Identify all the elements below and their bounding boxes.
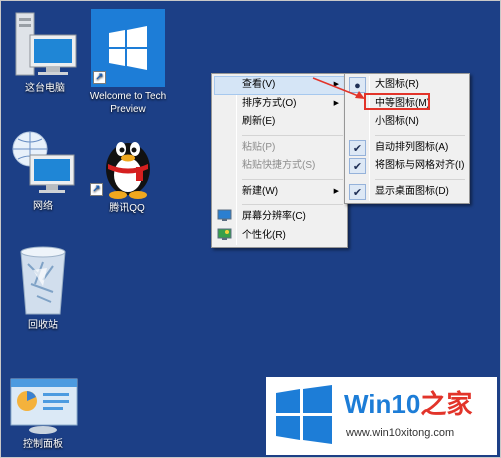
menu-item-label: 查看(V): [242, 79, 276, 90]
menu-item-label: 刷新(E): [242, 116, 276, 127]
menu-item-auto-arrange[interactable]: ✔ 自动排列图标(A): [347, 139, 467, 158]
menu-separator: [375, 178, 465, 180]
menu-separator: [242, 134, 343, 136]
control-panel-icon: [7, 375, 79, 435]
menu-separator: [375, 134, 465, 136]
qq-icon-item[interactable]: ↗ 腾讯QQ: [81, 129, 173, 215]
menu-item-small-icons[interactable]: 小图标(N): [347, 113, 467, 132]
watermark-brand-name: Win10: [344, 389, 421, 419]
control-panel-icon-item[interactable]: 控制面板: [3, 375, 83, 451]
menu-item-paste: 粘贴(P): [214, 139, 345, 158]
menu-item-label: 小图标(N): [375, 116, 419, 127]
network-label: 网络: [33, 201, 53, 212]
menu-item-label: 粘贴(P): [242, 141, 276, 153]
menu-item-label: 个性化(R): [242, 229, 286, 241]
watermark-url: www.win10xitong.com: [346, 427, 455, 439]
shortcut-arrow-icon: ↗: [90, 183, 103, 196]
menu-item-label: 粘贴快捷方式(S): [242, 160, 316, 171]
checkmark-icon: ✔: [349, 183, 366, 200]
menu-item-paste-shortcut: 粘贴快捷方式(S): [214, 157, 345, 176]
qq-penguin-icon: ↗: [90, 129, 162, 199]
menu-item-label: 排序方式(O): [242, 97, 297, 109]
menu-separator: [242, 178, 343, 180]
watermark-brand-suffix: 之家: [420, 389, 473, 419]
welcome-tech-preview-icon[interactable]: ↗ Welcome to Tech Preview: [83, 9, 173, 116]
recycle-bin-icon: [13, 244, 73, 316]
network-icon: [8, 131, 78, 197]
menu-item-label: 新建(W): [242, 185, 279, 197]
welcome-label: Welcome to Tech Preview: [89, 91, 167, 115]
windows-logo-icon: [276, 385, 332, 444]
annotation-arrow-icon: [312, 77, 365, 99]
win10-watermark: Win10之家 www.win10xitong.com: [266, 377, 497, 455]
menu-separator: [242, 204, 343, 205]
this-pc-label: 这台电脑: [25, 83, 65, 94]
menu-item-screen-resolution[interactable]: 屏幕分辨率(C): [214, 208, 345, 227]
windows-tile-icon: ↗: [91, 9, 165, 87]
computer-icon: [10, 9, 80, 79]
shortcut-arrow-icon: ↗: [93, 71, 106, 84]
checkmark-icon: ✔: [349, 139, 366, 156]
menu-item-refresh[interactable]: 刷新(E): [214, 113, 345, 132]
personalize-icon: [216, 228, 233, 244]
menu-item-label: 将图标与网格对齐(I): [375, 160, 465, 171]
checkmark-icon: ✔: [349, 158, 366, 174]
menu-item-align-to-grid[interactable]: ✔ 将图标与网格对齐(I): [347, 157, 467, 176]
menu-item-new[interactable]: 新建(W) ▶: [214, 183, 345, 202]
qq-label: 腾讯QQ: [109, 203, 145, 214]
display-icon: [216, 209, 233, 225]
control-panel-label: 控制面板: [23, 439, 63, 450]
recycle-bin-icon-item[interactable]: 回收站: [3, 244, 83, 332]
submenu-arrow-icon: ▶: [333, 187, 339, 195]
this-pc-icon[interactable]: 这台电脑: [5, 9, 85, 95]
annotation-highlight-box: [364, 93, 430, 110]
menu-item-label: 显示桌面图标(D): [375, 185, 449, 197]
menu-item-personalize[interactable]: 个性化(R): [214, 227, 345, 246]
watermark-brand: Win10之家: [344, 389, 472, 419]
menu-item-label: 大图标(R): [375, 79, 419, 90]
network-icon-item[interactable]: 网络: [3, 131, 83, 213]
menu-item-label: 自动排列图标(A): [375, 141, 449, 153]
menu-item-show-desktop-icons[interactable]: ✔ 显示桌面图标(D): [347, 183, 467, 202]
recycle-bin-label: 回收站: [28, 320, 58, 331]
menu-item-label: 屏幕分辨率(C): [242, 211, 306, 222]
